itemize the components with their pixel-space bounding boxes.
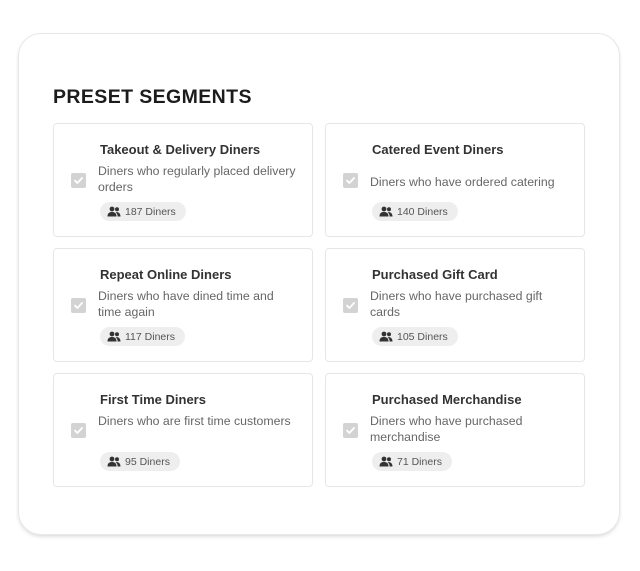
segment-checkbox[interactable] bbox=[343, 423, 358, 438]
segment-card-takeout-delivery[interactable]: Takeout & Delivery Diners Diners who reg… bbox=[53, 123, 313, 237]
segment-description: Diners who have purchased gift cards bbox=[370, 289, 543, 319]
segment-description: Diners who have ordered catering bbox=[370, 175, 555, 189]
segment-checkbox[interactable] bbox=[71, 173, 86, 188]
segment-card-gift-card[interactable]: Purchased Gift Card Diners who have purc… bbox=[325, 248, 585, 362]
diner-count-badge: 71 Diners bbox=[372, 452, 452, 471]
people-icon bbox=[379, 456, 393, 467]
people-icon bbox=[107, 456, 121, 467]
diner-count-badge: 117 Diners bbox=[100, 327, 185, 346]
checkmark-icon bbox=[346, 177, 355, 184]
segment-checkbox[interactable] bbox=[343, 173, 358, 188]
diner-count-badge: 95 Diners bbox=[100, 452, 180, 471]
segment-card-merchandise[interactable]: Purchased Merchandise Diners who have pu… bbox=[325, 373, 585, 487]
segment-title: Purchased Gift Card bbox=[372, 267, 498, 282]
segment-title: Repeat Online Diners bbox=[100, 267, 232, 282]
segment-checkbox[interactable] bbox=[71, 423, 86, 438]
segment-description: Diners who have dined time and time agai… bbox=[98, 289, 274, 319]
segment-description: Diners who have purchased merchandise bbox=[370, 414, 523, 444]
people-icon bbox=[379, 331, 393, 342]
diner-count: 95 Diners bbox=[125, 455, 170, 468]
people-icon bbox=[107, 331, 121, 342]
checkmark-icon bbox=[74, 177, 83, 184]
checkmark-icon bbox=[74, 302, 83, 309]
diner-count-badge: 105 Diners bbox=[372, 327, 458, 346]
checkmark-icon bbox=[74, 427, 83, 434]
segment-card-repeat-online[interactable]: Repeat Online Diners Diners who have din… bbox=[53, 248, 313, 362]
segment-title: First Time Diners bbox=[100, 392, 206, 407]
segment-title: Catered Event Diners bbox=[372, 142, 504, 157]
panel-title: PRESET SEGMENTS bbox=[53, 86, 252, 108]
segment-description: Diners who are first time customers bbox=[98, 414, 291, 428]
diner-count: 140 Diners bbox=[397, 205, 448, 218]
checkmark-icon bbox=[346, 302, 355, 309]
segment-title: Takeout & Delivery Diners bbox=[100, 142, 261, 157]
people-icon bbox=[107, 206, 121, 217]
segment-checkbox[interactable] bbox=[343, 298, 358, 313]
preset-segments-panel: PRESET SEGMENTS Takeout & Delivery Diner… bbox=[19, 34, 619, 534]
segment-card-first-time[interactable]: First Time Diners Diners who are first t… bbox=[53, 373, 313, 487]
diner-count: 117 Diners bbox=[125, 330, 175, 343]
segment-card-catered-event[interactable]: Catered Event Diners Diners who have ord… bbox=[325, 123, 585, 237]
people-icon bbox=[379, 206, 393, 217]
diner-count-badge: 187 Diners bbox=[100, 202, 186, 221]
diner-count-badge: 140 Diners bbox=[372, 202, 458, 221]
diner-count: 105 Diners bbox=[397, 330, 448, 343]
diner-count: 71 Diners bbox=[397, 455, 442, 468]
segment-description: Diners who regularly placed delivery ord… bbox=[98, 164, 296, 194]
diner-count: 187 Diners bbox=[125, 205, 176, 218]
checkmark-icon bbox=[346, 427, 355, 434]
segment-checkbox[interactable] bbox=[71, 298, 86, 313]
segment-title: Purchased Merchandise bbox=[372, 392, 522, 407]
